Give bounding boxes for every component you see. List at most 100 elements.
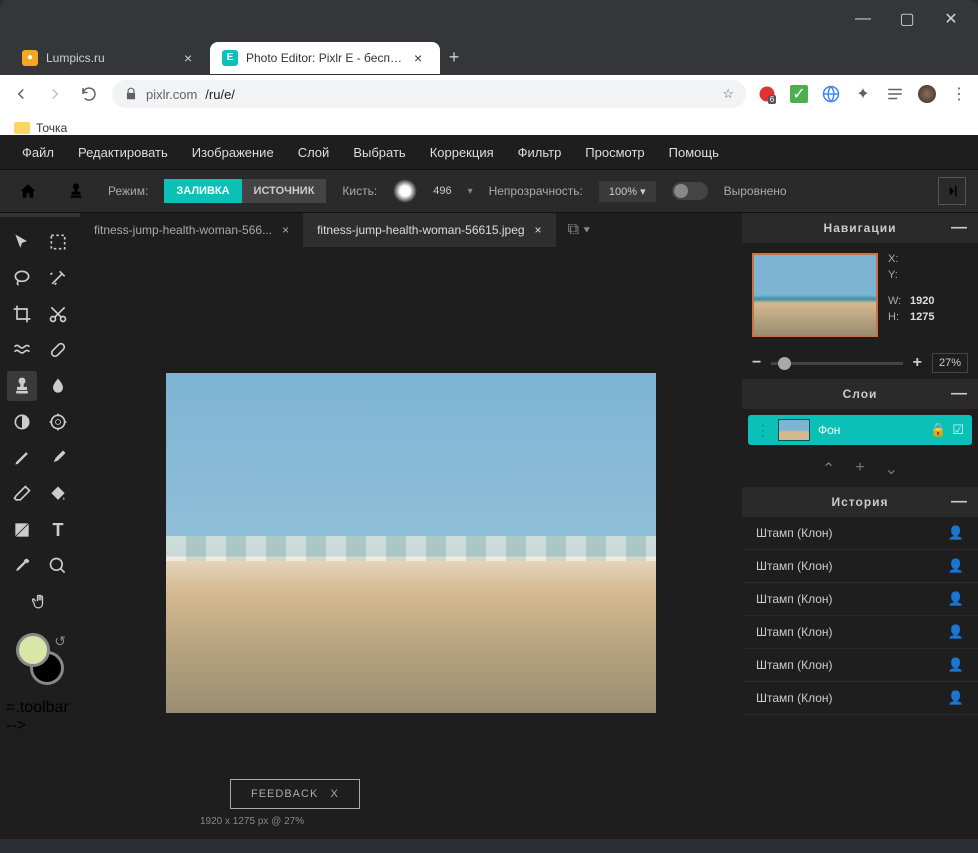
- swap-colors-icon[interactable]: ↺: [54, 633, 66, 650]
- visibility-icon[interactable]: ☑: [952, 422, 964, 438]
- history-item[interactable]: Штамп (Клон)👤: [742, 616, 978, 649]
- home-button[interactable]: [12, 175, 44, 207]
- hand-tool[interactable]: [25, 587, 55, 617]
- brush-dropdown-icon[interactable]: ▾: [468, 186, 473, 197]
- menu-view[interactable]: Просмотр: [575, 139, 654, 166]
- collapse-icon[interactable]: —: [951, 219, 968, 237]
- close-window-button[interactable]: ✕: [944, 12, 958, 26]
- layer-item[interactable]: ⋮ Фон 🔒 ☑: [748, 415, 972, 445]
- lock-icon[interactable]: 🔒: [930, 422, 946, 438]
- marquee-tool[interactable]: [43, 227, 73, 257]
- aligned-label: Выровнено: [724, 184, 787, 198]
- wand-tool[interactable]: [43, 263, 73, 293]
- crop-tool[interactable]: [7, 299, 37, 329]
- arrow-tool[interactable]: [7, 227, 37, 257]
- layer-up-button[interactable]: ⌃: [822, 459, 835, 479]
- clone-stamp-tool[interactable]: [7, 371, 37, 401]
- brush-preview[interactable]: [393, 179, 417, 203]
- foreground-color[interactable]: [16, 633, 50, 667]
- new-tab-button[interactable]: +: [440, 44, 468, 72]
- menu-adjust[interactable]: Коррекция: [420, 139, 504, 166]
- history-item[interactable]: Штамп (Клон)👤: [742, 649, 978, 682]
- canvas-viewport[interactable]: [80, 247, 742, 839]
- url-bar[interactable]: pixlr.com/ru/e/ ☆: [112, 80, 746, 108]
- collapse-icon[interactable]: —: [951, 385, 968, 403]
- star-icon[interactable]: ☆: [722, 86, 734, 102]
- doc-tab-close-icon[interactable]: ×: [282, 223, 289, 237]
- zoom-tool[interactable]: [43, 551, 73, 581]
- bookmark-item[interactable]: Точка: [36, 121, 67, 135]
- layer-thumbnail: [778, 419, 810, 441]
- browser-tab-lumpics[interactable]: ● Lumpics.ru ×: [10, 42, 210, 74]
- checkmark-ext-icon[interactable]: ✓: [790, 85, 808, 103]
- history-label: Штамп (Клон): [756, 658, 948, 672]
- blur-tool[interactable]: [43, 371, 73, 401]
- layer-drag-handle[interactable]: ⋮: [756, 422, 770, 439]
- layers-panel-header: Слои —: [742, 379, 978, 409]
- color-picker[interactable]: ↺: [6, 633, 74, 693]
- folder-icon: [14, 122, 30, 134]
- toggle-panels-button[interactable]: [938, 177, 966, 205]
- collapse-icon[interactable]: —: [951, 493, 968, 511]
- history-item[interactable]: Штамп (Клон)👤: [742, 682, 978, 715]
- pen-tool[interactable]: [7, 443, 37, 473]
- layer-add-button[interactable]: +: [855, 459, 864, 479]
- opacity-value[interactable]: 100% ▾: [599, 181, 656, 202]
- zoom-in-button[interactable]: +: [913, 354, 922, 372]
- opacity-label: Непрозрачность:: [489, 184, 583, 198]
- dodge-tool[interactable]: [7, 407, 37, 437]
- gradient-tool[interactable]: [7, 515, 37, 545]
- window-controls: — ▢ ✕: [0, 0, 978, 40]
- minimize-button[interactable]: —: [856, 12, 870, 26]
- menu-help[interactable]: Помощь: [659, 139, 729, 166]
- brush-tool[interactable]: [43, 443, 73, 473]
- tab-close-icon[interactable]: ×: [184, 50, 198, 66]
- eraser-tool[interactable]: [7, 479, 37, 509]
- reading-list-icon[interactable]: [886, 85, 904, 103]
- canvas-image: [166, 373, 656, 713]
- menu-layer[interactable]: Слой: [288, 139, 340, 166]
- chrome-menu-button[interactable]: ⋮: [950, 85, 968, 103]
- navigator-thumbnail[interactable]: [752, 253, 878, 337]
- history-item[interactable]: Штамп (Клон)👤: [742, 583, 978, 616]
- eyedropper-tool[interactable]: [7, 551, 37, 581]
- adblock-icon[interactable]: 6: [758, 85, 776, 103]
- doc-tab-close-icon[interactable]: ×: [535, 223, 542, 237]
- menu-image[interactable]: Изображение: [182, 139, 284, 166]
- zoom-slider[interactable]: [771, 362, 902, 365]
- back-button[interactable]: [10, 83, 32, 105]
- text-tool[interactable]: T: [43, 515, 73, 545]
- mode-fill-button[interactable]: ЗАЛИВКА: [164, 179, 241, 203]
- cut-tool[interactable]: [43, 299, 73, 329]
- lasso-tool[interactable]: [7, 263, 37, 293]
- doc-tab[interactable]: fitness-jump-health-woman-56615.jpeg ×: [303, 213, 555, 247]
- fill-tool[interactable]: [43, 479, 73, 509]
- menu-edit[interactable]: Редактировать: [68, 139, 178, 166]
- tab-close-icon[interactable]: ×: [414, 50, 428, 66]
- puzzle-icon[interactable]: ✦: [854, 85, 872, 103]
- tab-layout-icon[interactable]: ⧉ ▾: [568, 221, 591, 239]
- menu-file[interactable]: Файл: [12, 139, 64, 166]
- app-menu: Файл Редактировать Изображение Слой Выбр…: [0, 135, 978, 169]
- history-item[interactable]: Штамп (Клон)👤: [742, 517, 978, 550]
- forward-button[interactable]: [44, 83, 66, 105]
- mode-source-button[interactable]: ИСТОЧНИК: [242, 179, 327, 203]
- layer-down-button[interactable]: ⌄: [885, 459, 898, 479]
- feedback-button[interactable]: FEEDBACK X: [230, 779, 360, 809]
- history-label: Штамп (Клон): [756, 526, 948, 540]
- coord-x-label: X:: [888, 253, 904, 265]
- liquify-tool[interactable]: [7, 335, 37, 365]
- translate-icon[interactable]: [822, 85, 840, 103]
- doc-tab[interactable]: fitness-jump-health-woman-566... ×: [80, 213, 303, 247]
- menu-select[interactable]: Выбрать: [343, 139, 415, 166]
- browser-tab-pixlr[interactable]: E Photo Editor: Pixlr E - бесплатн ×: [210, 42, 440, 74]
- zoom-out-button[interactable]: −: [752, 354, 761, 372]
- heal-tool[interactable]: [43, 335, 73, 365]
- aligned-toggle[interactable]: [672, 182, 708, 200]
- maximize-button[interactable]: ▢: [900, 12, 914, 26]
- profile-avatar[interactable]: [918, 85, 936, 103]
- reload-button[interactable]: [78, 83, 100, 105]
- sponge-tool[interactable]: [43, 407, 73, 437]
- menu-filter[interactable]: Фильтр: [508, 139, 572, 166]
- history-item[interactable]: Штамп (Клон)👤: [742, 550, 978, 583]
